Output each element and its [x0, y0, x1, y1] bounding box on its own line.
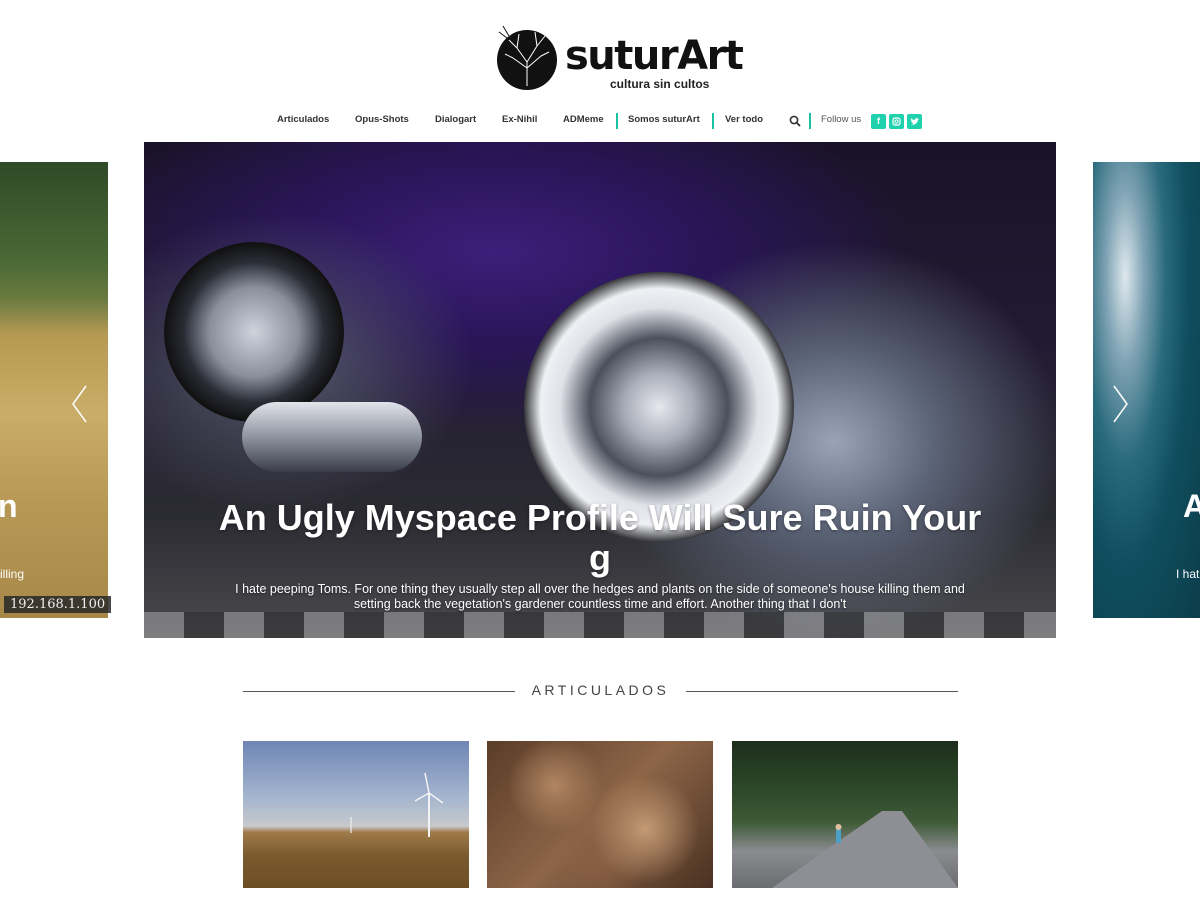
section-title: ARTICULADOS	[531, 682, 670, 698]
nav-item-opus-shots[interactable]: Opus-Shots	[355, 114, 409, 125]
facebook-icon[interactable]: f	[871, 114, 886, 129]
article-card-wind-turbines[interactable]	[243, 741, 469, 888]
brand-tagline: cultura sin cultos	[610, 77, 710, 91]
ip-address-overlay: 192.168.1.100	[4, 596, 112, 613]
slide-title[interactable]: An Ugly Myspace Profile Will Sure Ruin Y…	[204, 498, 996, 578]
slide-prev-excerpt: illing	[0, 567, 25, 581]
slide-excerpt: I hate peeping Toms. For one thing they …	[235, 582, 965, 611]
slide-prev-title: n	[0, 488, 18, 524]
article-card-dry-leaves[interactable]	[487, 741, 713, 888]
nav-divider	[809, 113, 811, 129]
follow-us-label: Follow us	[821, 114, 862, 125]
slide-next-excerpt: I hat	[1176, 567, 1200, 581]
checkered-floor	[144, 612, 1056, 638]
nav-divider	[712, 113, 714, 129]
nav-item-articulados[interactable]: Articulados	[277, 114, 329, 125]
main-nav: Articulados Opus-Shots Dialogart Ex-Nihi…	[0, 112, 1200, 132]
wind-turbine-image	[350, 772, 444, 837]
forest-road-image	[772, 811, 958, 888]
twitter-icon[interactable]	[907, 114, 922, 129]
nav-item-ex-nihil[interactable]: Ex-Nihil	[502, 114, 537, 125]
slide-prev-partial[interactable]: n illing	[0, 162, 108, 618]
nav-item-admeme[interactable]: ADMeme	[563, 114, 604, 125]
nav-divider	[616, 113, 618, 129]
rear-wheel-image	[164, 242, 344, 422]
nav-item-ver-todo[interactable]: Ver todo	[725, 114, 763, 125]
section-rule-right	[686, 691, 958, 692]
section-header-articulados: ARTICULADOS	[243, 682, 958, 702]
nav-item-dialogart[interactable]: Dialogart	[435, 114, 476, 125]
search-icon[interactable]	[789, 115, 801, 127]
slide-main[interactable]: An Ugly Myspace Profile Will Sure Ruin Y…	[144, 142, 1056, 638]
site-logo[interactable]: suturArt cultura sin cultos	[495, 22, 744, 96]
nav-item-somos-suturart[interactable]: Somos suturArt	[628, 114, 700, 125]
article-card-forest-road[interactable]	[732, 741, 958, 888]
slide-next-partial[interactable]: A I hat	[1093, 162, 1200, 618]
tree-logo-icon	[497, 25, 557, 90]
slide-next-title: A	[1183, 488, 1200, 524]
slider-prev-arrow-icon[interactable]	[70, 384, 88, 424]
slider-next-arrow-icon[interactable]	[1112, 384, 1130, 424]
chrome-bumper-image	[242, 402, 422, 472]
instagram-icon[interactable]	[889, 114, 904, 129]
brand-name: suturArt	[565, 33, 744, 79]
